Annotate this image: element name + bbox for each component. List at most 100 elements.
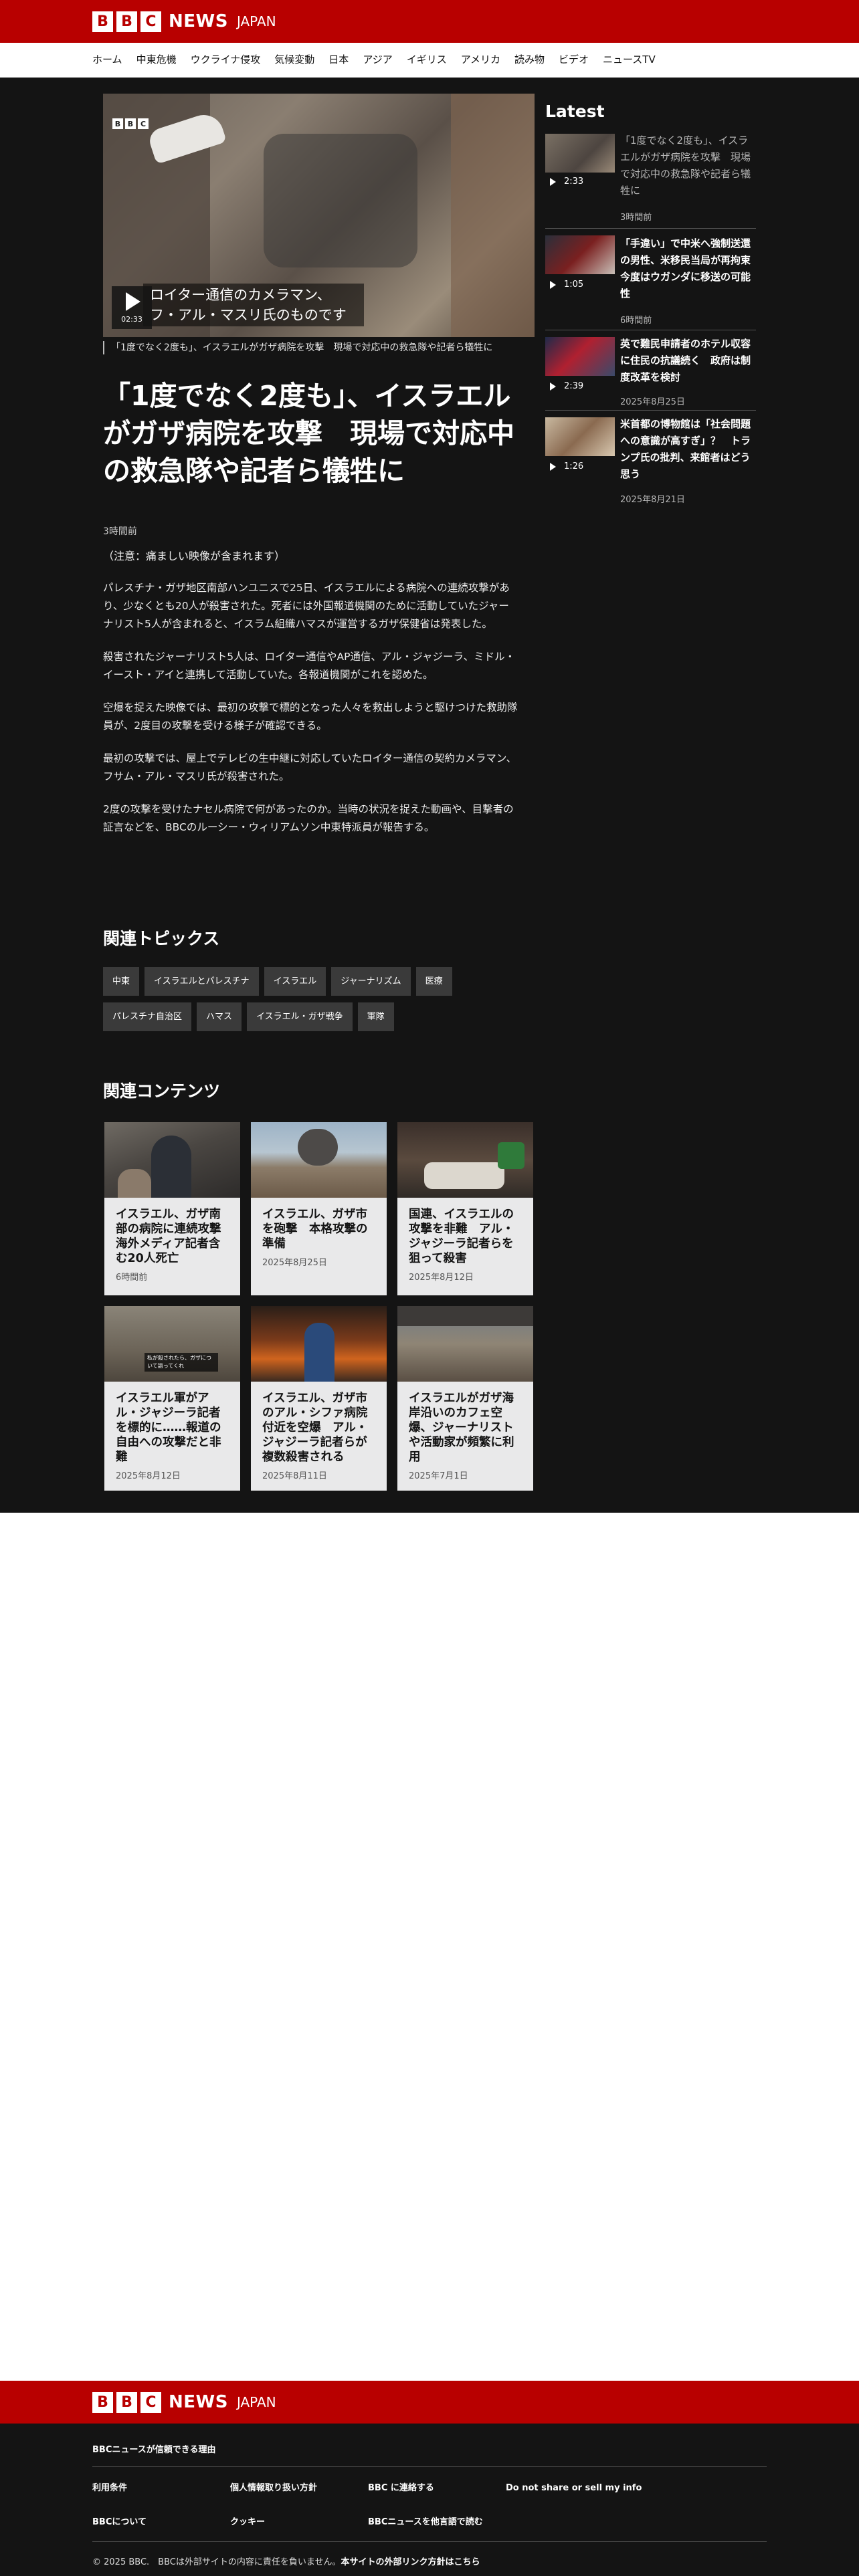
card-date: 2025年8月12日 <box>116 1471 181 1481</box>
topic-chip[interactable]: パレスチナ自治区 <box>103 1002 192 1031</box>
video-frame-shade <box>264 134 417 267</box>
play-button[interactable]: 02:33 <box>112 286 152 329</box>
footer-link-terms[interactable]: 利用条件 <box>92 2482 230 2494</box>
watermark-letter: C <box>138 118 149 129</box>
latest-item-title: 米首都の博物館は「社会問題への意識が高すぎ」？ トランプ氏の批判、来館者はどう思… <box>620 418 751 480</box>
topic-chip[interactable]: イスラエルとパレスチナ <box>145 967 259 996</box>
nav-item-japan[interactable]: 日本 <box>328 52 349 66</box>
topic-chip[interactable]: 医療 <box>415 967 452 996</box>
article-body: パレスチナ・ガザ地区南部ハンユニスで25日、イスラエルによる病院への連続攻撃があ… <box>103 579 518 851</box>
video-overlay-caption: ロイター通信のカメラマン、フ・アル・マスリ氏のものです <box>143 284 364 326</box>
latest-item-title: 「1度でなく2度も」、イスラエルがガザ病院を攻撃 現場で対応中の救急隊や記者ら犠… <box>620 134 751 197</box>
logo-letter-c: C <box>140 2391 161 2413</box>
footer-link-privacy[interactable]: 個人情報取り扱い方針 <box>230 2482 368 2494</box>
external-link-policy[interactable]: 本サイトの外部リンク方針はこちら <box>341 2557 480 2567</box>
related-card[interactable]: イスラエルがガザ海岸沿いのカフェ空爆、ジャーナリストや活動家が頻繁に利用 202… <box>397 1306 533 1491</box>
play-icon <box>126 292 140 311</box>
nav-item-home[interactable]: ホーム <box>92 52 122 66</box>
topic-chip[interactable]: ジャーナリズム <box>331 967 411 996</box>
related-card[interactable]: イスラエル、ガザ市を砲撃 本格攻撃の準備 2025年8月25日 <box>251 1122 387 1295</box>
logo-letter-b1: B <box>92 11 113 32</box>
article-timestamp: 3時間前 <box>103 526 137 537</box>
latest-item-date: 2025年8月21日 <box>620 495 685 505</box>
latest-item-date: 6時間前 <box>620 316 652 326</box>
latest-list: 2:33 「1度でなく2度も」、イスラエルがガザ病院を攻撃 現場で対応中の救急隊… <box>545 132 761 511</box>
latest-thumbnail <box>545 235 615 274</box>
related-card[interactable]: 私が殺されたら、ガザについて語ってくれ イスラエル軍がアル・ジャジーラ記者を標的… <box>104 1306 240 1491</box>
latest-item-title: 英で難民申請者のホテル収容に住民の抗議続く 政府は制度改革を検討 <box>620 338 751 383</box>
logo-letter-b1: B <box>92 2391 113 2413</box>
article-paragraph: パレスチナ・ガザ地区南部ハンユニスで25日、イスラエルによる病院への連続攻撃があ… <box>103 582 510 630</box>
main-nav: ホーム 中東危機 ウクライナ侵攻 気候変動 日本 アジア イギリス アメリカ 読… <box>0 43 859 78</box>
card-thumbnail <box>397 1122 533 1198</box>
nav-item-uk[interactable]: イギリス <box>407 52 447 66</box>
latest-item-title: 「手違い」で中米へ強制送還の男性、米移民当局が再拘束 今度はウガンダに移送の可能… <box>620 237 761 300</box>
latest-duration: 1:26 <box>545 461 583 471</box>
logo-news: NEWS <box>169 2392 228 2412</box>
content-warning: （注意：痛ましい映像が含まれます） <box>103 550 286 562</box>
nav-item-us[interactable]: アメリカ <box>461 52 500 66</box>
footer-divider <box>92 2466 767 2467</box>
footer-link-languages[interactable]: BBCニュースを他言語で読む <box>368 2516 506 2528</box>
play-icon <box>550 280 556 289</box>
topic-chip[interactable]: イスラエル・ガザ戦争 <box>247 1002 353 1031</box>
card-thumbnail <box>104 1122 240 1198</box>
footer-masthead: B B C NEWS JAPAN <box>0 2381 859 2424</box>
card-date: 2025年8月12日 <box>409 1273 474 1283</box>
copyright-text: © 2025 BBC. BBCは外部サイトの内容に責任を負いません。 <box>92 2557 341 2567</box>
logo-region: JAPAN <box>236 2394 276 2410</box>
footer-logo[interactable]: B B C NEWS JAPAN <box>92 2391 276 2413</box>
video-caption: 「1度でなく2度も」、イスラエルがガザ病院を攻撃 現場で対応中の救急隊や記者ら犠… <box>103 341 535 354</box>
card-title: イスラエル、ガザ南部の病院に連続攻撃 海外メディア記者含む20人死亡 <box>116 1208 233 1265</box>
nav-item-video[interactable]: ビデオ <box>559 52 589 66</box>
card-date: 2025年8月25日 <box>262 1258 327 1268</box>
nav-item-features[interactable]: 読み物 <box>514 52 545 66</box>
watermark-letter: B <box>125 118 136 129</box>
card-title: イスラエル、ガザ市のアル・シファ病院付近を空爆 アル・ジャジーラ記者らが複数殺害… <box>262 1392 368 1464</box>
footer-trust-link[interactable]: BBCニュースが信頼できる理由 <box>92 2442 215 2455</box>
topic-chip[interactable]: ハマス <box>197 1002 242 1031</box>
footer-link-do-not-sell[interactable]: Do not share or sell my info <box>506 2482 644 2494</box>
card-thumbnail-caption: 私が殺されたら、ガザについて語ってくれ <box>145 1353 218 1372</box>
card-thumbnail <box>251 1306 387 1382</box>
latest-item[interactable]: 2:33 「1度でなく2度も」、イスラエルがガザ病院を攻撃 現場で対応中の救急隊… <box>545 132 756 229</box>
nav-item-climate[interactable]: 気候変動 <box>274 52 314 66</box>
footer-link-contact[interactable]: BBC に連絡する <box>368 2482 506 2494</box>
card-title: 国連、イスラエルの攻撃を非難 アル・ジャジーラ記者らを狙って殺害 <box>409 1208 514 1265</box>
card-title: イスラエルがガザ海岸沿いのカフェ空爆、ジャーナリストや活動家が頻繁に利用 <box>409 1392 514 1464</box>
article-paragraph: 殺害されたジャーナリスト5人は、ロイター通信やAP通信、アル・ジャジーラ、ミドル… <box>103 651 516 681</box>
logo-letter-c: C <box>140 11 161 32</box>
logo-letter-b2: B <box>116 11 137 32</box>
article-paragraph: 最初の攻撃では、屋上でテレビの生中継に対応していたロイター通信の契約カメラマン、… <box>103 752 516 782</box>
masthead: B B C NEWS JAPAN <box>0 0 859 43</box>
footer-link-cookies[interactable]: クッキー <box>230 2516 368 2528</box>
article-paragraph: 空爆を捉えた映像では、最初の攻撃で標的となった人々を救出しようと駆けつけた救助隊… <box>103 702 518 732</box>
latest-item[interactable]: 1:05 「手違い」で中米へ強制送還の男性、米移民当局が再拘束 今度はウガンダに… <box>545 229 761 330</box>
footer-copyright: © 2025 BBC. BBCは外部サイトの内容に責任を負いません。本サイトの外… <box>92 2555 480 2567</box>
latest-item[interactable]: 1:26 米首都の博物館は「社会問題への意識が高すぎ」？ トランプ氏の批判、来館… <box>545 411 756 511</box>
card-thumbnail <box>251 1122 387 1198</box>
related-cards: イスラエル、ガザ南部の病院に連続攻撃 海外メディア記者含む20人死亡 6時間前 … <box>104 1122 535 1491</box>
video-duration: 02:33 <box>121 314 142 324</box>
topic-chip[interactable]: 軍隊 <box>357 1002 394 1031</box>
related-card[interactable]: 国連、イスラエルの攻撃を非難 アル・ジャジーラ記者らを狙って殺害 2025年8月… <box>397 1122 533 1295</box>
video-frame-shade <box>451 94 535 337</box>
topic-chip[interactable]: イスラエル <box>264 967 326 996</box>
video-player[interactable]: B B C ロイター通信のカメラマン、フ・アル・マスリ氏のものです 02:33 <box>103 94 535 337</box>
card-thumbnail: 私が殺されたら、ガザについて語ってくれ <box>104 1306 240 1382</box>
related-card[interactable]: イスラエル、ガザ市のアル・シファ病院付近を空爆 アル・ジャジーラ記者らが複数殺害… <box>251 1306 387 1491</box>
nav-item-ukraine[interactable]: ウクライナ侵攻 <box>191 52 261 66</box>
card-title: イスラエル、ガザ市を砲撃 本格攻撃の準備 <box>262 1208 368 1251</box>
topic-chips: 中東 イスラエルとパレスチナ イスラエル ジャーナリズム 医療 パレスチナ自治区… <box>103 967 531 1031</box>
nav-item-asia[interactable]: アジア <box>363 52 392 66</box>
nav-item-news-tv[interactable]: ニュースTV <box>603 52 656 66</box>
topic-chip[interactable]: 中東 <box>103 967 140 996</box>
footer: BBCニュースが信頼できる理由 利用条件 個人情報取り扱い方針 BBC に連絡す… <box>0 2424 859 2576</box>
latest-item-date: 3時間前 <box>620 213 652 223</box>
footer-link-about[interactable]: BBCについて <box>92 2516 230 2528</box>
related-card[interactable]: イスラエル、ガザ南部の病院に連続攻撃 海外メディア記者含む20人死亡 6時間前 <box>104 1122 240 1295</box>
latest-item[interactable]: 2:39 英で難民申請者のホテル収容に住民の抗議続く 政府は制度改革を検討 20… <box>545 330 756 411</box>
watermark-letter: B <box>112 118 123 129</box>
bbc-news-japan-logo[interactable]: B B C NEWS JAPAN <box>92 11 276 32</box>
nav-item-middle-east[interactable]: 中東危機 <box>136 52 177 66</box>
